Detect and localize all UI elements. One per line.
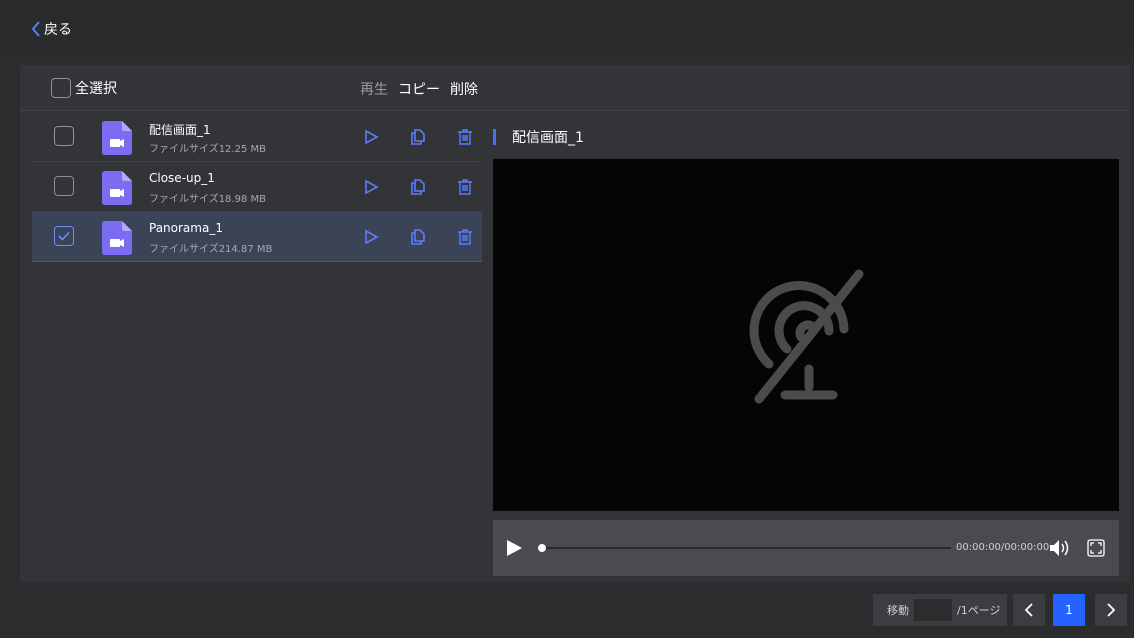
check-icon [58, 231, 70, 241]
list-item[interactable]: Close-up_1 ファイルサイズ18.98 MB [32, 162, 482, 212]
delete-icon[interactable] [456, 228, 474, 246]
video-file-icon [102, 171, 132, 205]
video-player[interactable] [493, 159, 1119, 511]
chevron-left-icon [1024, 603, 1033, 617]
delete-icon[interactable] [456, 128, 474, 146]
next-page-button[interactable] [1095, 594, 1127, 626]
page-jump: 移動 /1ページ [873, 594, 1007, 626]
bulk-actions: 再生 コピー 削除 [360, 79, 478, 99]
delete-icon[interactable] [456, 178, 474, 196]
volume-icon[interactable] [1049, 538, 1071, 558]
chevron-left-icon [31, 21, 40, 37]
preview-title: 配信画面_1 [493, 127, 584, 147]
preview-file-name: 配信画面_1 [512, 130, 584, 146]
play-icon[interactable] [505, 539, 523, 557]
file-list: 配信画面_1 ファイルサイズ12.25 MB Close-up_1 ファイルサイ… [32, 112, 482, 262]
time-display: 00:00:00/00:00:00 [956, 542, 1050, 553]
top-bar: 戻る [0, 0, 1134, 52]
page-jump-input[interactable] [914, 599, 952, 621]
toolbar: 全選択 再生 コピー 削除 [20, 65, 1130, 111]
file-size: ファイルサイズ12.25 MB [149, 144, 266, 155]
video-file-icon [102, 121, 132, 155]
back-button[interactable]: 戻る [30, 18, 72, 40]
back-label: 戻る [44, 22, 72, 38]
bulk-copy-button[interactable]: コピー [398, 79, 440, 99]
file-name: Panorama_1 [149, 221, 223, 235]
copy-icon[interactable] [409, 178, 427, 196]
list-item[interactable]: Panorama_1 ファイルサイズ214.87 MB [32, 212, 482, 262]
bulk-delete-button[interactable]: 削除 [450, 79, 478, 99]
copy-icon[interactable] [409, 228, 427, 246]
select-all-checkbox[interactable]: 全選択 [51, 78, 117, 98]
file-name: Close-up_1 [149, 171, 215, 185]
seek-handle[interactable] [538, 544, 546, 552]
title-accent-bar [493, 129, 496, 145]
page-number-button[interactable]: 1 [1053, 594, 1085, 626]
recordings-panel: 全選択 再生 コピー 削除 配信画面_1 ファイルサイズ12.25 MB Clo… [20, 65, 1130, 582]
video-file-icon [102, 221, 132, 255]
play-icon[interactable] [362, 128, 380, 146]
play-icon[interactable] [362, 178, 380, 196]
select-all-label: 全選択 [75, 81, 117, 97]
seek-bar[interactable] [538, 544, 951, 552]
bulk-play-button[interactable]: 再生 [360, 79, 388, 99]
goto-label: 移動 [887, 604, 909, 617]
camera-off-icon [749, 269, 864, 404]
list-item[interactable]: 配信画面_1 ファイルサイズ12.25 MB [32, 112, 482, 162]
total-pages-label: /1ページ [957, 604, 1001, 617]
player-controls: 00:00:00/00:00:00 [493, 520, 1119, 576]
play-icon[interactable] [362, 228, 380, 246]
chevron-right-icon [1107, 603, 1116, 617]
file-name: 配信画面_1 [149, 123, 211, 137]
file-size: ファイルサイズ18.98 MB [149, 194, 266, 205]
select-all-box[interactable] [51, 78, 71, 98]
prev-page-button[interactable] [1013, 594, 1045, 626]
row-checkbox[interactable] [54, 126, 74, 146]
row-checkbox[interactable] [54, 176, 74, 196]
fullscreen-icon[interactable] [1087, 539, 1105, 557]
copy-icon[interactable] [409, 128, 427, 146]
file-size: ファイルサイズ214.87 MB [149, 244, 273, 255]
row-checkbox[interactable] [54, 226, 74, 246]
